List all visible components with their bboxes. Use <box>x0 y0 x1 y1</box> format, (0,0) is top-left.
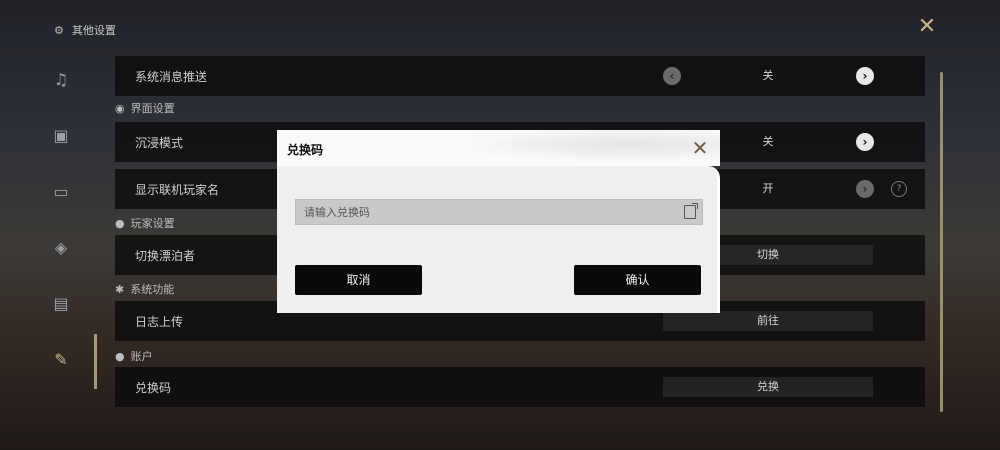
section-title: 系统功能 <box>130 283 175 296</box>
section-title: 账户 <box>130 350 153 363</box>
page-title-group: ⚙ 其他设置 <box>54 22 116 38</box>
goto-button[interactable]: 前往 <box>663 311 873 331</box>
dialog-body: 取消 确认 <box>277 166 720 313</box>
gear-icon: ✱ <box>115 282 125 296</box>
tools-icon[interactable]: ✎ <box>50 349 72 371</box>
confirm-button[interactable]: 确认 <box>574 265 701 295</box>
redeem-code-field[interactable] <box>295 199 703 225</box>
cancel-button[interactable]: 取消 <box>295 265 422 295</box>
sidebar-active-indicator <box>94 334 97 389</box>
section-title: 界面设置 <box>130 102 175 115</box>
gamepad-icon[interactable]: ◈ <box>50 237 72 259</box>
header-decoration <box>417 130 720 166</box>
keyboard-icon[interactable]: ▤ <box>50 293 72 315</box>
chevron-left-icon[interactable]: ‹ <box>663 67 681 85</box>
dialog-header: 兑换码 ✕ <box>277 130 720 166</box>
setting-value: 关 <box>762 69 774 82</box>
section-header-ui: ◉ 界面设置 <box>115 100 175 116</box>
sidebar: ♫ ▣ ▭ ◈ ▤ ✎ <box>0 56 100 450</box>
user-icon: ● <box>115 216 125 230</box>
chevron-right-icon[interactable]: › <box>856 180 874 198</box>
setting-label: 系统消息推送 <box>135 69 208 84</box>
scrollbar[interactable] <box>940 72 943 412</box>
music-icon[interactable]: ♫ <box>50 69 72 91</box>
eye-icon: ◉ <box>115 101 125 115</box>
redeem-dialog: 兑换码 ✕ 取消 确认 <box>277 130 720 313</box>
help-icon[interactable]: ? <box>891 181 907 197</box>
chevron-right-icon[interactable]: › <box>856 67 874 85</box>
dialog-title: 兑换码 <box>287 143 324 157</box>
setting-label: 切换漂泊者 <box>135 248 196 263</box>
setting-label: 兑换码 <box>135 380 172 395</box>
section-header-player: ● 玩家设置 <box>115 215 175 231</box>
section-header-account: ● 账户 <box>115 348 153 364</box>
section-header-system: ✱ 系统功能 <box>115 281 174 297</box>
setting-row-redeem: 兑换码 兑换 <box>115 367 925 407</box>
page-title: 其他设置 <box>71 24 116 37</box>
setting-label: 日志上传 <box>135 314 184 329</box>
top-bar: ⚙ 其他设置 ✕ <box>0 0 1000 56</box>
close-icon[interactable]: ✕ <box>688 136 712 160</box>
close-icon[interactable]: ✕ <box>915 15 939 39</box>
settings-icon: ⚙ <box>54 23 64 37</box>
account-icon: ● <box>115 349 125 363</box>
setting-label: 显示联机玩家名 <box>135 182 220 197</box>
chevron-right-icon[interactable]: › <box>856 133 874 151</box>
setting-label: 沉浸模式 <box>135 135 184 150</box>
section-title: 玩家设置 <box>130 217 175 230</box>
monitor-icon[interactable]: ▭ <box>50 181 72 203</box>
redeem-button[interactable]: 兑换 <box>663 377 873 397</box>
redeem-code-input[interactable] <box>296 200 674 224</box>
setting-row-system-push: 系统消息推送 ‹ 关 › <box>115 56 925 96</box>
paste-icon[interactable] <box>684 203 698 219</box>
display-icon[interactable]: ▣ <box>50 125 72 147</box>
